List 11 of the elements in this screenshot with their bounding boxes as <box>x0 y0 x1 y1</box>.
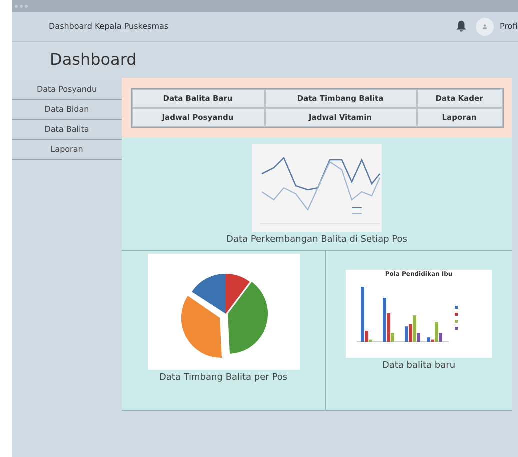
chart-caption: Data balita baru <box>382 360 456 373</box>
chart-caption: Data Perkembangan Balita di Setiap Pos <box>226 234 408 247</box>
legend-swatch <box>455 313 458 316</box>
bell-icon[interactable] <box>455 20 468 33</box>
chart-caption: Data Timbang Balita per Pos <box>159 372 288 385</box>
legend-swatch <box>455 306 458 309</box>
app-title: Dashboard Kepala Puskesmas <box>49 20 170 32</box>
legend-swatch <box>455 320 458 323</box>
legend-swatch <box>455 327 458 330</box>
page-title: Dashboard <box>50 49 137 71</box>
profile-link[interactable]: Profil <box>500 20 518 32</box>
